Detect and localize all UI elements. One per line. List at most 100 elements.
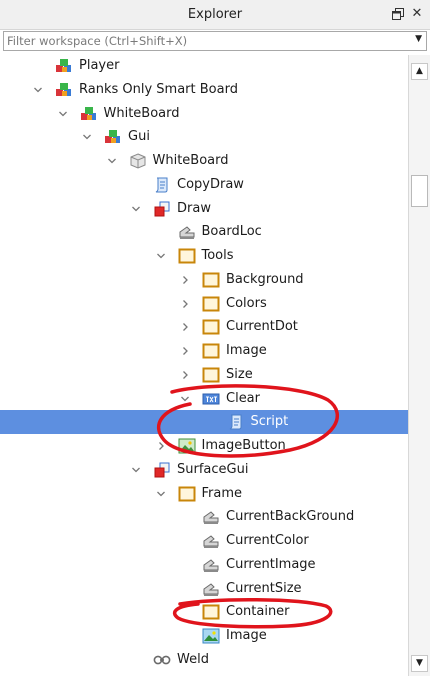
tree-row[interactable]: Image — [0, 624, 408, 648]
tree-item-label: CurrentColor — [226, 533, 309, 548]
frame-icon — [202, 319, 220, 335]
tree-item-label: CurrentBackGround — [226, 509, 355, 525]
value-icon — [202, 533, 220, 549]
tree-item-label: CopyDraw — [177, 176, 244, 192]
weld-icon — [153, 652, 171, 668]
model-icon — [55, 82, 73, 98]
tree-item-label: Gui — [128, 129, 150, 145]
collapse-arrow-icon[interactable] — [129, 197, 143, 221]
chevron-down-icon[interactable]: ▼ — [415, 34, 422, 44]
value-icon — [202, 581, 220, 597]
tree-item-label: WhiteBoard — [103, 105, 180, 121]
tree-item-label: Frame — [201, 485, 243, 501]
tree-row[interactable]: Frame — [0, 482, 408, 506]
tree-row[interactable]: Tools — [0, 244, 408, 268]
expand-arrow-icon[interactable] — [178, 363, 192, 387]
collapse-arrow-icon[interactable] — [154, 482, 168, 506]
filter-input[interactable] — [4, 32, 407, 50]
collapse-arrow-icon[interactable] — [31, 78, 45, 102]
expand-arrow-icon[interactable] — [178, 339, 192, 363]
tree-row[interactable]: Container — [0, 600, 408, 624]
tree-item-label: WhiteBoard — [152, 153, 229, 168]
frame-icon — [178, 486, 196, 502]
close-icon[interactable]: ✕ — [409, 6, 425, 22]
tree-item-label: Image — [226, 343, 267, 358]
expand-arrow-icon[interactable] — [178, 292, 192, 316]
tree-row[interactable]: CurrentColor — [0, 529, 408, 553]
tree-row[interactable]: CurrentBackGround — [0, 505, 408, 529]
tree-item-label: Container — [226, 604, 290, 620]
frame-icon — [202, 604, 220, 620]
collapse-arrow-icon[interactable] — [80, 125, 94, 149]
value-icon — [202, 509, 220, 525]
value-icon — [178, 224, 196, 240]
tree-row[interactable]: Script — [0, 410, 408, 435]
frame-icon — [178, 248, 196, 264]
tree-row[interactable]: CurrentImage — [0, 553, 408, 577]
frame-icon — [202, 367, 220, 383]
collapse-arrow-icon[interactable] — [129, 458, 143, 482]
tree-item-label: Draw — [177, 200, 211, 216]
value-icon — [202, 557, 220, 573]
restore-window-icon[interactable] — [390, 6, 406, 22]
model-icon — [55, 58, 73, 74]
filter-workspace[interactable]: ▼ — [3, 31, 427, 51]
model-icon — [104, 129, 122, 145]
frame-icon — [202, 343, 220, 359]
tree-item-label: ImageButton — [201, 438, 286, 453]
window-title: Explorer — [187, 7, 243, 22]
script-icon — [153, 177, 171, 193]
tree-row[interactable]: Draw — [0, 197, 408, 221]
explorer-tree: Player Ranks Only Smart Board WhiteBoard Gu… — [0, 55, 408, 676]
model-icon — [80, 106, 98, 122]
collapse-arrow-icon[interactable] — [105, 149, 119, 173]
tree-row[interactable]: Image — [0, 339, 408, 363]
tree-row[interactable]: CurrentDot — [0, 315, 408, 339]
tree-row[interactable]: Size — [0, 363, 408, 387]
tree-item-label: BoardLoc — [201, 224, 262, 240]
tree-row[interactable]: Player — [0, 55, 408, 78]
collapse-arrow-icon[interactable] — [178, 387, 192, 411]
tree-item-label: Background — [226, 271, 304, 287]
tree-row[interactable]: WhiteBoard — [0, 149, 408, 173]
tree-row[interactable]: BoardLoc — [0, 220, 408, 244]
tree-item-label: Player — [79, 58, 120, 73]
imagelabel-icon — [202, 628, 220, 644]
collapse-arrow-icon[interactable] — [56, 102, 70, 126]
scrollbar-thumb[interactable] — [411, 175, 428, 207]
tree-item-label: Image — [226, 628, 267, 643]
expand-arrow-icon[interactable] — [178, 268, 192, 292]
tree-row[interactable]: Clear — [0, 387, 408, 411]
imagebutton-icon — [178, 438, 196, 454]
part-icon — [129, 153, 147, 169]
tree-item-label: Clear — [226, 390, 260, 406]
tree-row[interactable]: Colors — [0, 292, 408, 316]
collapse-arrow-icon[interactable] — [154, 244, 168, 268]
explorer-title-bar: Explorer ✕ — [0, 0, 430, 30]
tree-row[interactable]: ImageButton — [0, 434, 408, 458]
tree-item-label: Size — [226, 366, 253, 382]
tree-row[interactable]: Background — [0, 268, 408, 292]
tree-item-label: SurfaceGui — [177, 461, 249, 477]
tree-row[interactable]: WhiteBoard — [0, 102, 408, 126]
tree-row[interactable]: SurfaceGui — [0, 458, 408, 482]
tree-row[interactable]: Weld — [0, 648, 408, 672]
tree-row[interactable]: CopyDraw — [0, 173, 408, 197]
tree-row[interactable]: Ranks Only Smart Board — [0, 78, 408, 102]
scroll-down-button[interactable]: ▼ — [411, 655, 428, 672]
script-icon — [227, 414, 245, 430]
surfacegui-icon — [153, 201, 171, 217]
frame-icon — [202, 296, 220, 312]
vertical-scrollbar[interactable]: ▲ ▼ — [408, 55, 430, 676]
tree-item-label: CurrentSize — [226, 580, 302, 596]
tree-item-label: CurrentImage — [226, 556, 316, 572]
scroll-up-button[interactable]: ▲ — [411, 63, 428, 80]
expand-arrow-icon[interactable] — [154, 434, 168, 458]
tree-item-label: Tools — [201, 248, 234, 263]
expand-arrow-icon[interactable] — [178, 315, 192, 339]
tree-row[interactable]: Gui — [0, 125, 408, 149]
tree-row[interactable]: CurrentSize — [0, 577, 408, 601]
frame-icon — [202, 272, 220, 288]
tree-item-label: Ranks Only Smart Board — [79, 81, 238, 97]
tree-item-label: Weld — [177, 651, 209, 667]
